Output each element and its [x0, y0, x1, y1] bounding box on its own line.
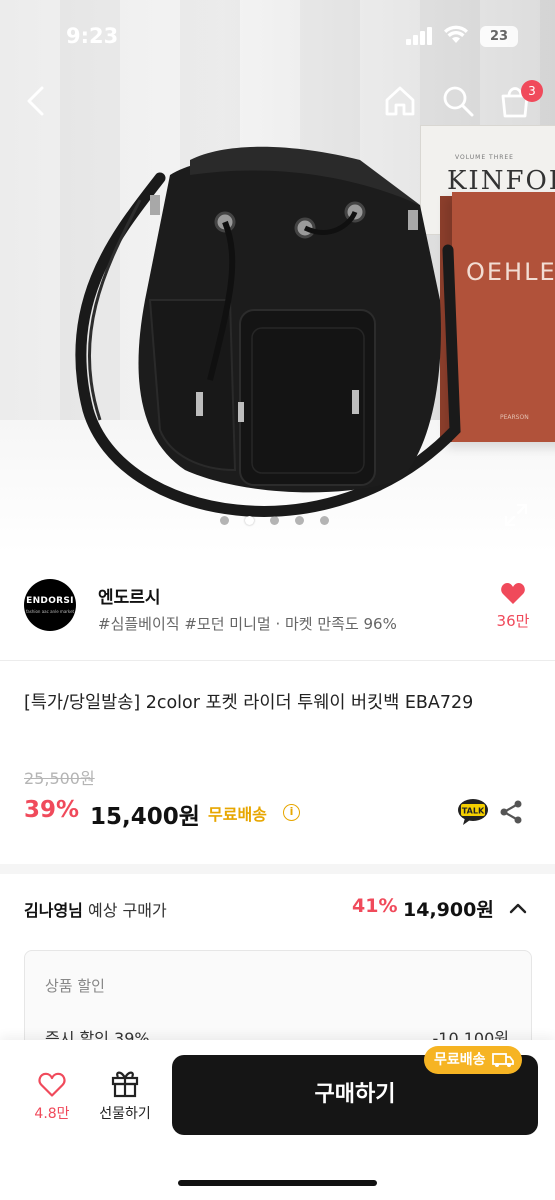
wishlist-heart-icon[interactable] — [38, 1072, 66, 1098]
home-icon[interactable] — [383, 84, 417, 118]
truck-icon — [491, 1053, 514, 1067]
strap-ring — [408, 210, 418, 230]
shop-logo-text: ENDORSI — [26, 596, 74, 606]
product-title: [특가/당일발송] 2color 포켓 라이더 투웨이 버킷백 EBA729 — [24, 693, 474, 713]
carousel-dot-active[interactable] — [245, 516, 254, 525]
info-icon[interactable]: i — [283, 804, 300, 821]
carousel-dot[interactable] — [295, 516, 304, 525]
heart-icon[interactable] — [500, 582, 526, 606]
free-shipping-tag: 무료배송 — [424, 1046, 522, 1074]
gift-label[interactable]: 선물하기 — [90, 1103, 160, 1123]
carousel-dot[interactable] — [270, 516, 279, 525]
carousel-indicator — [220, 516, 329, 525]
carousel-dot[interactable] — [320, 516, 329, 525]
divider — [0, 660, 555, 661]
shop-logo[interactable]: ENDORSI fashion aac anle market — [24, 579, 76, 631]
zipper-pull — [352, 390, 359, 414]
home-indicator — [178, 1180, 377, 1186]
free-shipping-tag-label: 무료배송 — [434, 1052, 486, 1068]
battery-icon: 23 — [480, 26, 518, 47]
cart-count-badge: 3 — [521, 80, 543, 102]
member-name: 김나영님 — [24, 901, 83, 920]
section-separator — [0, 864, 555, 874]
bucket-bag — [75, 146, 461, 517]
zipper-pull — [238, 402, 244, 422]
discount-header: 상품 할인 — [45, 977, 105, 995]
member-discount: 41% — [352, 895, 398, 917]
shop-name[interactable]: 엔도르시 — [98, 583, 161, 608]
shop-tags: #심플베이직 #모던 미니멀 · 마켓 만족도 96% — [98, 615, 397, 633]
chevron-up-icon[interactable] — [507, 897, 529, 919]
search-icon[interactable] — [441, 84, 475, 118]
member-price-label: 김나영님 예상 구매가 — [24, 897, 167, 921]
carousel-dot[interactable] — [220, 516, 229, 525]
shop-logo-subtext: fashion aac anle market — [25, 609, 75, 614]
back-icon[interactable] — [22, 84, 52, 118]
wifi-icon — [444, 25, 468, 43]
member-price: 14,900원 — [403, 899, 494, 921]
wishlist-count: 4.8만 — [34, 1106, 70, 1122]
sale-price: 15,400원 — [90, 804, 200, 830]
member-label: 예상 구매가 — [87, 901, 167, 920]
signal-icon — [406, 27, 432, 45]
product-image[interactable]: VOLUME THREE KINFOLK OEHLE PEARSON — [0, 0, 555, 553]
share-icon[interactable] — [498, 799, 524, 825]
status-bar: 9:23 23 — [0, 0, 555, 70]
expand-icon[interactable] — [503, 502, 529, 528]
zipper-pull — [196, 392, 203, 416]
talk-label: TALK — [462, 807, 485, 816]
original-price: 25,500원 — [24, 769, 95, 788]
clock: 9:23 — [66, 24, 119, 48]
discount-rate: 39% — [24, 797, 80, 823]
shop-like-count: 36만 — [496, 612, 530, 630]
strap-ring — [150, 195, 160, 215]
free-shipping-label: 무료배송 — [208, 805, 267, 824]
gift-icon[interactable] — [110, 1068, 140, 1098]
kakao-talk-icon[interactable]: TALK — [457, 798, 489, 826]
